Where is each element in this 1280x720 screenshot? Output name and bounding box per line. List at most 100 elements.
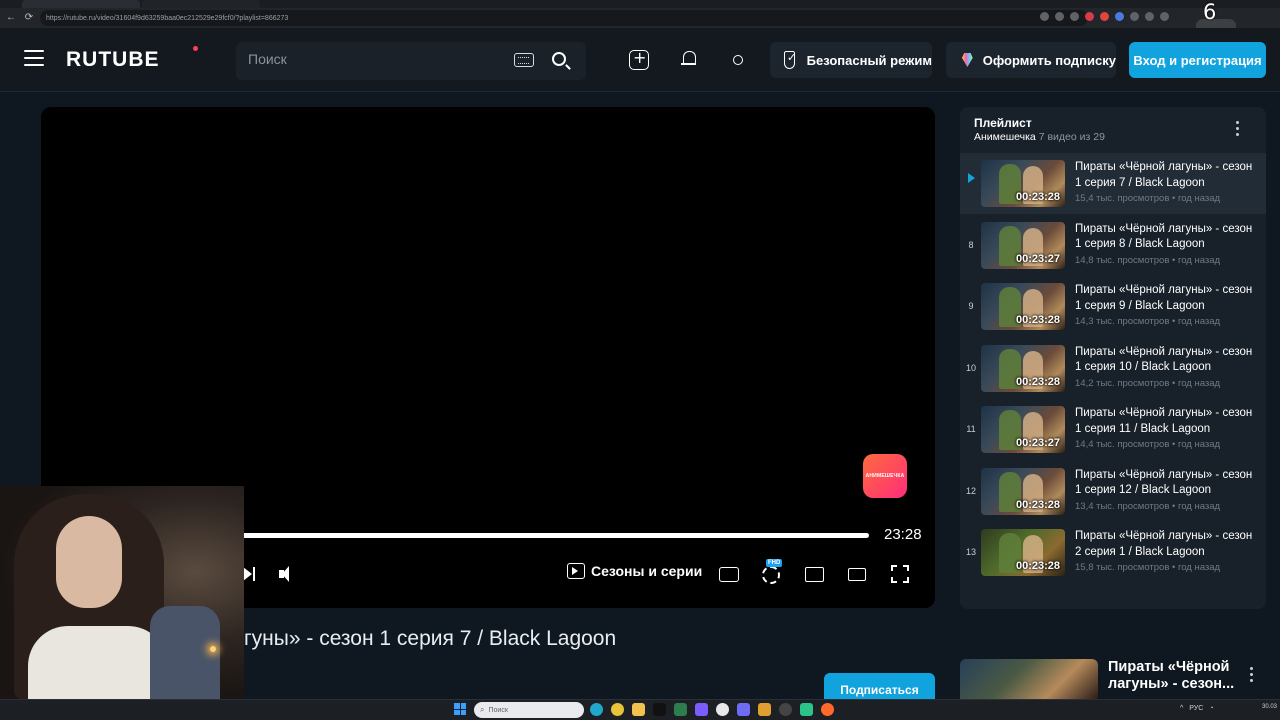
fullscreen-icon[interactable]	[891, 565, 909, 583]
playlist-channel[interactable]: Анимешечка	[974, 131, 1036, 143]
browser-extensions	[1040, 12, 1169, 21]
app-icon[interactable]	[695, 703, 708, 716]
playlist-item[interactable]: 11 00:23:27 Пираты «Чёрной лагуны» - сезон…	[960, 399, 1266, 460]
firefox-icon[interactable]	[821, 703, 834, 716]
playlist-item[interactable]: 10 00:23:28 Пираты «Чёрной лагуны» - сезон…	[960, 338, 1266, 399]
upload-plus-icon[interactable]	[629, 48, 649, 70]
playlist-item-title[interactable]: Пираты «Чёрной лагуны» - сезон 1 серия 8…	[1075, 222, 1260, 253]
obs-icon[interactable]	[779, 703, 792, 716]
playlist-item-title[interactable]: Пираты «Чёрной лагуны» - сезон 1 серия 1…	[1075, 406, 1260, 437]
wifi-icon[interactable]: ◔	[1209, 705, 1213, 712]
playlist-more-icon[interactable]	[1232, 121, 1242, 139]
channel-watermark: АНИМЕШЕЧКА	[863, 454, 907, 498]
playlist-item[interactable]: 9 00:23:28 Пираты «Чёрной лагуны» - сезон …	[960, 276, 1266, 337]
related-video-card[interactable]: Пираты «Чёрной лагуны» - сезон...	[960, 659, 1266, 699]
channel-watermark-text: АНИМЕШЕЧКА	[865, 473, 905, 479]
extensions-puzzle-icon[interactable]	[1160, 12, 1169, 21]
next-track-icon[interactable]	[242, 564, 258, 584]
taskbar-search[interactable]: ⌕ Поиск	[474, 702, 584, 718]
playlist-panel: Плейлист Анимешечка 7 видео из 29 00:23:…	[960, 107, 1266, 609]
playlist-item-index: 8	[968, 239, 974, 250]
playlist-item-meta: 15,8 тыс. просмотров • год назад	[1075, 562, 1221, 573]
subtitles-icon[interactable]	[719, 567, 739, 582]
playlist-item-meta: 15,4 тыс. просмотров • год назад	[1075, 193, 1221, 204]
browser-tab-active[interactable]	[22, 0, 140, 8]
back-icon[interactable]: ←	[4, 11, 18, 25]
playlist-item[interactable]: 13 00:23:28 Пираты «Чёрной лагуны» - сезон…	[960, 522, 1266, 583]
playlist-item-title[interactable]: Пираты «Чёрной лагуны» - сезон 1 серия 7…	[1075, 160, 1260, 191]
playlist-title: Плейлист	[974, 116, 1032, 130]
theme-sun-icon[interactable]	[728, 50, 748, 70]
related-more-icon[interactable]	[1250, 667, 1254, 685]
zoom-icon[interactable]	[1040, 12, 1049, 21]
extension-icon[interactable]	[1145, 12, 1154, 21]
playlist-item-thumbnail[interactable]: 00:23:27	[981, 406, 1065, 453]
playlist-item-thumbnail[interactable]: 00:23:28	[981, 344, 1065, 392]
duration-label: 23:28	[884, 526, 922, 543]
language-indicator[interactable]: РУС	[1189, 705, 1203, 712]
subscription-label: Оформить подписку	[982, 52, 1116, 68]
shield-icon	[784, 51, 796, 69]
playlist-item-thumbnail[interactable]: 00:23:28	[981, 529, 1065, 576]
related-video-thumbnail[interactable]	[960, 659, 1098, 699]
playlist-item-title[interactable]: Пираты «Чёрной лагуны» - сезон 2 серия 1…	[1075, 529, 1260, 560]
yandex-icon[interactable]	[716, 703, 729, 716]
menu-icon[interactable]	[24, 50, 44, 66]
theater-mode-icon[interactable]	[848, 568, 866, 581]
taskbar-clock[interactable]: 30.03	[1262, 704, 1277, 710]
video-title: гуны» - сезон 1 серия 7 / Black Lagoon	[244, 627, 617, 650]
playlist-item-thumbnail[interactable]: 00:23:28	[981, 160, 1065, 207]
subscribe-button[interactable]: Подписаться	[824, 673, 935, 701]
discord-icon[interactable]	[737, 703, 750, 716]
app-icon[interactable]	[674, 703, 687, 716]
extension-icon[interactable]	[1115, 12, 1124, 21]
tray-chevron-icon[interactable]: ^	[1180, 705, 1183, 712]
rutube-logo[interactable]: RUTUBE	[66, 48, 160, 72]
edge-icon[interactable]	[590, 703, 603, 716]
browser-tab[interactable]	[142, 0, 260, 8]
safe-mode-button[interactable]: Безопасный режим	[770, 42, 932, 78]
progress-bar[interactable]	[241, 533, 869, 538]
playlist-item[interactable]: 12 00:23:28 Пираты «Чёрной лагуны» - сезон…	[960, 461, 1266, 522]
extension-icon[interactable]	[1085, 12, 1094, 21]
webcam-face	[56, 516, 122, 608]
playlist-item-thumbnail[interactable]: 00:23:28	[981, 283, 1065, 330]
reload-icon[interactable]: ⟳	[22, 11, 36, 25]
playlist-item-title[interactable]: Пираты «Чёрной лагуны» - сезон 1 серия 9…	[1075, 283, 1260, 314]
playlist-item[interactable]: 00:23:28 Пираты «Чёрной лагуны» - сезон 1…	[960, 153, 1266, 214]
login-button[interactable]: Вход и регистрация	[1129, 42, 1266, 78]
webcam-shirt	[28, 626, 168, 700]
address-bar[interactable]: https://rutube.ru/video/31604f9d63259baa…	[40, 10, 1088, 26]
subscription-button[interactable]: Оформить подписку	[946, 42, 1116, 78]
playlist-item-meta: 13,4 тыс. просмотров • год назад	[1075, 500, 1221, 512]
playlist-item-thumbnail[interactable]: 00:23:28	[981, 467, 1065, 515]
search-icon[interactable]	[552, 52, 566, 66]
search-box	[236, 42, 586, 80]
related-video-title[interactable]: Пираты «Чёрной лагуны» - сезон...	[1108, 659, 1248, 693]
webcam-light	[210, 646, 216, 652]
seasons-icon	[567, 563, 585, 579]
extension-icon[interactable]	[1130, 12, 1139, 21]
picture-in-picture-icon[interactable]	[805, 567, 824, 582]
bell-icon[interactable]	[680, 50, 700, 70]
playlist-item-title[interactable]: Пираты «Чёрной лагуны» - сезон 1 серия 1…	[1075, 468, 1260, 499]
settings-gear-icon[interactable]	[762, 566, 780, 584]
keyboard-icon[interactable]	[514, 53, 534, 67]
volume-icon[interactable]	[279, 564, 297, 584]
chrome-icon[interactable]	[611, 703, 624, 716]
extension-icon[interactable]	[1100, 12, 1109, 21]
safe-mode-label: Безопасный режим	[806, 52, 932, 68]
app-icon[interactable]	[758, 703, 771, 716]
playlist-item-index: 9	[968, 301, 974, 311]
playlist-item-thumbnail[interactable]: 00:23:27	[981, 221, 1065, 269]
translate-icon[interactable]	[1055, 12, 1064, 21]
playlist-item[interactable]: 8 00:23:27 Пираты «Чёрной лагуны» - сезон …	[960, 215, 1266, 276]
explorer-icon[interactable]	[632, 703, 645, 716]
app-icon[interactable]	[800, 703, 813, 716]
playlist-item-title[interactable]: Пираты «Чёрной лагуны» - сезон 1 серия 1…	[1075, 345, 1260, 376]
search-input[interactable]	[248, 51, 498, 67]
bookmark-star-icon[interactable]	[1070, 12, 1079, 21]
seasons-button[interactable]: Сезоны и серии	[567, 563, 702, 579]
tiktok-icon[interactable]	[653, 703, 666, 716]
windows-start-icon[interactable]	[454, 703, 466, 715]
